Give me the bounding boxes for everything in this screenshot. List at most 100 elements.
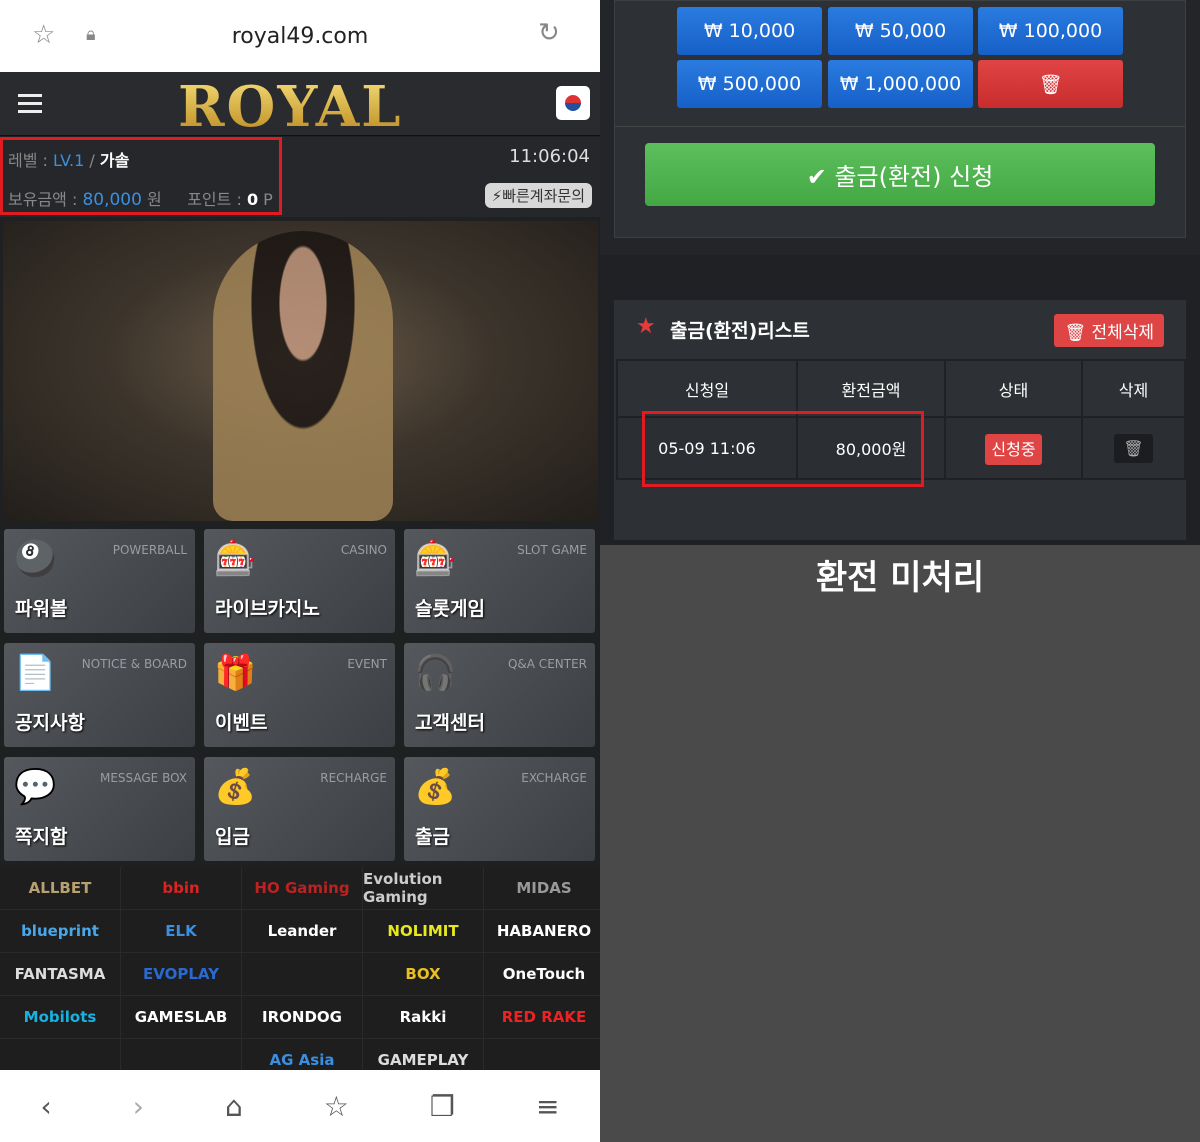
tile-icon: 💬 [14, 767, 57, 807]
status-badge: 신청중 [985, 434, 1042, 465]
tile-label: 쪽지함 [15, 826, 68, 848]
separator: / [89, 151, 95, 170]
provider-logo[interactable]: blueprint [0, 910, 120, 952]
points-label: 포인트 : [187, 190, 242, 209]
provider-logo[interactable]: GAMESLAB [121, 996, 241, 1038]
provider-logo[interactable]: EVOPLAY [121, 953, 241, 995]
tabs-icon[interactable]: ❐ [430, 1090, 455, 1123]
header-date: 신청일 [616, 359, 798, 418]
tile-icon: 🎱 [14, 539, 57, 579]
row-delete-button[interactable]: 🗑 [1114, 433, 1153, 463]
caption: 환전 미처리 [815, 558, 985, 598]
trash-icon: 🗑 [1038, 73, 1063, 96]
header-delete: 삭제 [1081, 359, 1186, 418]
user-info-bar: 레벨 : LV.1 / 가솔 보유금액 : 80,000 원 포인트 : 0 P… [0, 137, 600, 217]
tile-english-label: RECHARGE [320, 771, 387, 785]
tile-english-label: Q&A CENTER [507, 657, 587, 671]
provider-logo[interactable]: IRONDOG [242, 996, 362, 1038]
header-status: 상태 [944, 359, 1083, 418]
provider-logo[interactable]: HO Gaming [242, 867, 362, 909]
provider-logo[interactable]: Mobilots [0, 996, 120, 1038]
back-icon[interactable]: ‹ [41, 1090, 52, 1123]
menu-tile[interactable]: 🎧 Q&A CENTER 고객센터 [404, 643, 595, 747]
menu-icon[interactable]: ≡ [536, 1090, 559, 1123]
menu-tile[interactable]: 💰 RECHARGE 입금 [204, 757, 395, 861]
tile-label: 파워볼 [15, 598, 68, 620]
amount-button-1000000[interactable]: ₩ 1,000,000 [828, 60, 973, 108]
tile-english-label: EVENT [347, 657, 387, 671]
tile-label: 공지사항 [15, 712, 85, 734]
provider-logo[interactable]: NOLIMIT [363, 910, 483, 952]
live-casino-banner[interactable] [3, 221, 598, 521]
menu-tile[interactable]: 🎱 POWERBALL 파워볼 [4, 529, 195, 633]
tile-english-label: MESSAGE BOX [99, 771, 187, 785]
forward-icon[interactable]: › [133, 1090, 144, 1123]
home-icon[interactable]: ⌂ [225, 1090, 243, 1123]
clear-amount-button[interactable]: 🗑 [978, 60, 1123, 108]
tile-label: 출금 [415, 826, 450, 848]
tile-label: 라이브카지노 [215, 598, 320, 620]
withdraw-list-panel: ★ 출금(환전)리스트 🗑 전체삭제 신청일 환전금액 상태 삭제 05-09 11:… [614, 300, 1186, 540]
quick-account-inquiry-button[interactable]: ⚡빠른계좌문의 [484, 183, 592, 208]
tile-label: 고객센터 [415, 712, 485, 734]
tile-english-label: POWERBALL [112, 543, 187, 557]
provider-logo[interactable]: Evolution Gaming [363, 867, 483, 909]
star-icon: ★ [636, 314, 656, 339]
provider-logo[interactable]: BOX [363, 953, 483, 995]
reload-icon[interactable]: ↻ [538, 18, 560, 48]
provider-logo[interactable]: OneTouch [484, 953, 600, 995]
menu-tile[interactable]: 🎁 EVENT 이벤트 [204, 643, 395, 747]
url-text[interactable]: royal49.com [0, 24, 600, 49]
menu-tile[interactable]: 📄 NOTICE & BOARD 공지사항 [4, 643, 195, 747]
points-value: 0 [246, 190, 259, 209]
level-value: LV.1 [53, 151, 85, 170]
list-title: 출금(환전)리스트 [670, 320, 810, 342]
header-amount: 환전금액 [796, 359, 946, 418]
royal-logo[interactable]: ROYAL [178, 74, 403, 140]
tile-english-label: SLOT GAME [517, 543, 587, 557]
quick-button-label: 빠른계좌문의 [502, 187, 585, 205]
tile-icon: 🎰 [414, 539, 457, 579]
browser-url-bar[interactable]: ☆ 🔒︎ royal49.com ↻ [0, 0, 600, 72]
points-unit: P [263, 190, 273, 209]
hamburger-menu-icon[interactable] [18, 94, 42, 118]
amount-button-100000[interactable]: ₩ 100,000 [978, 7, 1123, 55]
withdraw-submit-button[interactable]: ✔ 출금(환전) 신청 [645, 143, 1155, 206]
tile-icon: 📄 [14, 653, 57, 693]
provider-logo[interactable]: ELK [121, 910, 241, 952]
balance-value: 80,000 [82, 190, 142, 210]
provider-logo[interactable]: MIDAS [484, 867, 600, 909]
tile-icon: 🎰 [214, 539, 257, 579]
korea-flag-icon[interactable] [556, 86, 590, 120]
provider-logo[interactable]: bbin [121, 867, 241, 909]
provider-logo[interactable] [242, 953, 362, 995]
tile-english-label: NOTICE & BOARD [81, 657, 187, 671]
menu-tile[interactable]: 🎰 CASINO 라이브카지노 [204, 529, 395, 633]
mobile-browser-left: ☆ 🔒︎ royal49.com ↻ ROYAL 레벨 : LV.1 / 가솔 … [0, 0, 600, 1142]
menu-tiles: 🎱 POWERBALL 파워볼 🎰 CASINO 라이브카지노 🎰 SLOT GAME 슬롯게임… [4, 529, 598, 861]
delete-all-button[interactable]: 🗑 전체삭제 [1054, 314, 1164, 347]
provider-logo[interactable]: HABANERO [484, 910, 600, 952]
provider-logo[interactable]: FANTASMA [0, 953, 120, 995]
tile-icon: 🎧 [414, 653, 457, 693]
provider-logo[interactable]: ALLBET [0, 867, 120, 909]
provider-logo[interactable]: Leander [242, 910, 362, 952]
highlight-box [642, 411, 924, 487]
balance-unit: 원 [147, 190, 162, 209]
menu-tile[interactable]: 💰 EXCHARGE 출금 [404, 757, 595, 861]
tile-label: 슬롯게임 [415, 598, 485, 620]
provider-logo[interactable]: Rakki [363, 996, 483, 1038]
clock: 11:06:04 [509, 146, 590, 167]
amount-button-50000[interactable]: ₩ 50,000 [828, 7, 973, 55]
menu-tile[interactable]: 💬 MESSAGE BOX 쪽지함 [4, 757, 195, 861]
amount-button-10000[interactable]: ₩ 10,000 [677, 7, 822, 55]
amount-button-500000[interactable]: ₩ 500,000 [677, 60, 822, 108]
provider-logo[interactable]: RED RAKE [484, 996, 600, 1038]
balance-label: 보유금액 : [8, 190, 78, 209]
bookmarks-icon[interactable]: ☆ [324, 1090, 349, 1123]
menu-tile[interactable]: 🎰 SLOT GAME 슬롯게임 [404, 529, 595, 633]
dealer-image [213, 231, 393, 521]
tile-icon: 💰 [414, 767, 457, 807]
withdraw-panel-right: ₩ 10,000 ₩ 50,000 ₩ 100,000 ₩ 500,000 ₩ … [600, 0, 1200, 1142]
site-header: ROYAL [0, 72, 600, 140]
